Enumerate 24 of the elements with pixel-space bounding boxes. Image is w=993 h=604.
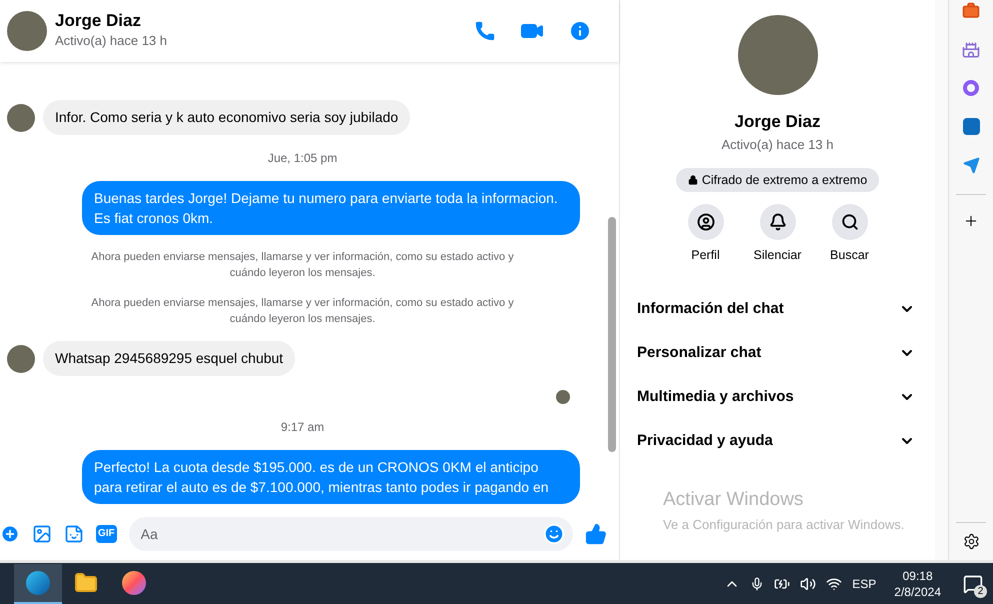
notification-count: 2 (974, 584, 987, 598)
message-timestamp: 9:17 am (280, 419, 324, 436)
section-header[interactable]: Multimedia y archivos (620, 374, 935, 419)
section-header[interactable]: Privacidad y ayuda (620, 418, 935, 463)
message-input[interactable]: Aa (128, 517, 573, 551)
active-status: Activo(a) hace 13 h (55, 32, 168, 50)
profile-status: Activo(a) hace 13 h (721, 136, 834, 154)
activation-title: Activar Windows (663, 488, 804, 512)
language-indicator[interactable]: ESP (852, 574, 876, 592)
incoming-message: Whatsap 2945689295 esquel chubut (43, 341, 296, 376)
system-notice: Ahora pueden enviarse mensajes, llamarse y ver información, como su estado activo y cuándo leyeron los mensajes. (90, 296, 515, 327)
activation-subtitle: Ve a Configuración para activar Windows. (663, 516, 904, 534)
contact-name: Jorge Diaz (55, 11, 142, 32)
outgoing-message: Perfecto! La cuota desde $195.000. es de un CRONOS 0KM el anticipo para retirar el auto es de $7.100.000, mientras tanto podes ir pagando en (82, 450, 580, 504)
incoming-message: Infor. Como seria y k auto economivo seria soy jubilado (43, 100, 410, 135)
system-notice: Ahora pueden enviarse mensajes, llamarse y ver información, como su estado activo y cuándo leyeron los mensajes. (90, 250, 515, 281)
section-header[interactable]: Información del chat (620, 286, 935, 331)
encryption-label: Cifrado de extremo a extremo (702, 172, 868, 189)
gif-button[interactable]: GIF (96, 525, 117, 543)
message-timestamp: Jue, 1:05 pm (268, 150, 338, 167)
profile-name: Jorge Diaz (734, 111, 820, 133)
outgoing-message: Buenas tardes Jorge! Dejame tu numero para enviarte toda la informacion. Es fiat cronos 0km. (82, 181, 580, 235)
clock[interactable]: 09:18 2/8/2024 (886, 568, 949, 600)
section-header[interactable]: Personalizar chat (620, 330, 935, 375)
